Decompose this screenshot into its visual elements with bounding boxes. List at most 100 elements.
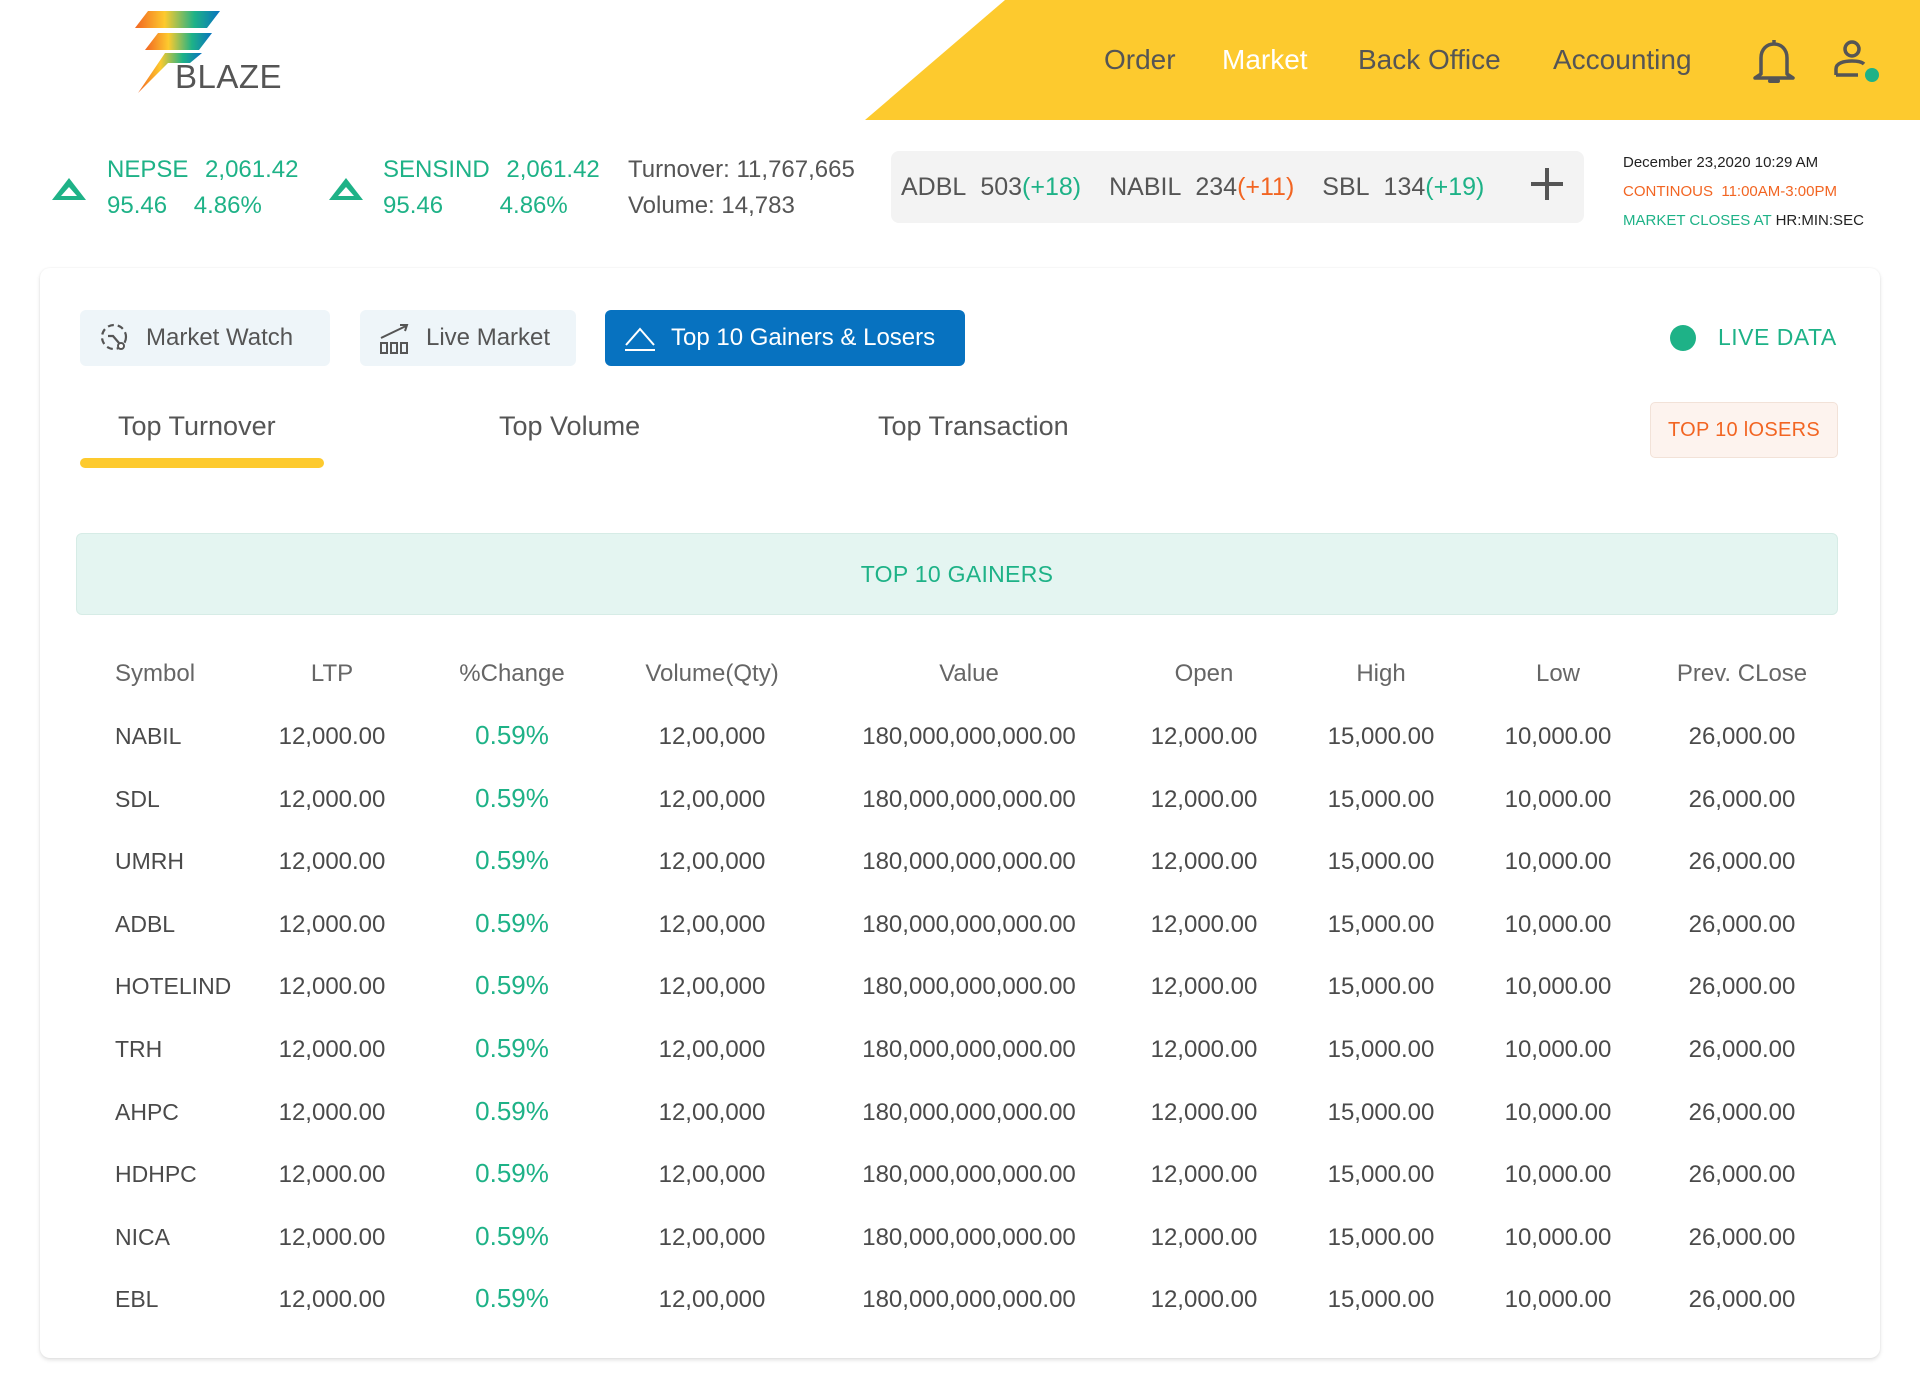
cell-symbol: HDHPC xyxy=(115,1161,197,1188)
index-value: 2,061.42 xyxy=(205,156,299,183)
cell-low: 10,000.00 xyxy=(1504,1286,1612,1314)
ticker-symbol: ADBL xyxy=(901,172,967,201)
cell-prev-close: 26,000.00 xyxy=(1688,848,1796,876)
turnover-label: Turnover: xyxy=(628,156,730,183)
current-datetime: December 23,2020 10:29 AM xyxy=(1623,154,1819,171)
volume-value: 14,783 xyxy=(721,192,795,219)
top-gainers-banner: TOP 10 GAINERS xyxy=(76,533,1838,615)
brand-name: BLAZE xyxy=(175,58,283,95)
column-header-value[interactable]: Value xyxy=(939,660,999,688)
nav-back-office[interactable]: Back Office xyxy=(1358,40,1501,80)
cell-ltp: 12,000.00 xyxy=(278,723,386,750)
market-watch-label: Market Watch xyxy=(146,324,294,351)
cell-volume: 12,00,000 xyxy=(658,848,766,876)
cell-high: 15,000.00 xyxy=(1327,1098,1435,1126)
top-gainers-losers-button[interactable]: Top 10 Gainers & Losers xyxy=(605,310,965,366)
live-market-label: Live Market xyxy=(426,324,551,351)
ticker-change: (+11) xyxy=(1237,172,1295,201)
cell-ltp: 12,000.00 xyxy=(278,1036,386,1063)
index-nepse[interactable]: NEPSE 2,061.42 95.46 4.86% xyxy=(107,152,298,224)
ticker-item[interactable]: SBL 134(+19) xyxy=(1322,173,1484,202)
cell-open: 12,000.00 xyxy=(1150,1161,1258,1189)
cell-low: 10,000.00 xyxy=(1504,848,1612,876)
index-percent: 4.86% xyxy=(499,192,568,219)
market-watch-button[interactable]: Market Watch xyxy=(80,310,330,366)
nav-order[interactable]: Order xyxy=(1104,40,1176,80)
market-clock: December 23,2020 10:29 AM CONTINOUS 11:0… xyxy=(1623,148,1864,235)
cell-value: 180,000,000,000.00 xyxy=(862,723,1076,750)
cell-prev-close: 26,000.00 xyxy=(1688,1098,1796,1126)
column-header-percent-change[interactable]: %Change xyxy=(459,660,564,688)
top-gainers-losers-label: Top 10 Gainers & Losers xyxy=(671,324,936,351)
cell-value: 180,000,000,000.00 xyxy=(862,848,1076,876)
cell-open: 12,000.00 xyxy=(1150,785,1258,813)
tab-top-turnover[interactable]: Top Turnover xyxy=(118,411,276,442)
index-value: 2,061.42 xyxy=(506,156,600,183)
index-percent: 4.86% xyxy=(193,192,262,219)
cell-volume: 12,00,000 xyxy=(658,723,766,750)
column-header-symbol[interactable]: Symbol xyxy=(115,660,195,688)
column-header-open[interactable]: Open xyxy=(1175,660,1234,688)
cell-percent-change: 0.59% xyxy=(475,907,549,938)
ticker-item[interactable]: NABIL 234(+11) xyxy=(1109,173,1294,202)
index-sensind[interactable]: SENSIND 2,061.42 95.46 4.86% xyxy=(383,152,600,224)
cell-percent-change: 0.59% xyxy=(475,845,549,876)
ticker-item[interactable]: ADBL 503(+18) xyxy=(901,173,1081,202)
market-watch-icon xyxy=(100,323,128,351)
nav-market[interactable]: Market xyxy=(1222,40,1308,80)
cell-percent-change: 0.59% xyxy=(475,1158,549,1189)
cell-high: 15,000.00 xyxy=(1327,1161,1435,1189)
cell-volume: 12,00,000 xyxy=(658,1223,766,1251)
cell-ltp: 12,000.00 xyxy=(278,848,386,876)
nav-accounting[interactable]: Accounting xyxy=(1553,40,1692,80)
cell-volume: 12,00,000 xyxy=(658,1286,766,1314)
cell-low: 10,000.00 xyxy=(1504,1161,1612,1189)
cell-prev-close: 26,000.00 xyxy=(1688,1223,1796,1251)
column-header-prev-close[interactable]: Prev. CLose xyxy=(1677,660,1807,688)
cell-symbol: NICA xyxy=(115,1223,170,1250)
cell-open: 12,000.00 xyxy=(1150,1098,1258,1126)
closes-value: HR:MIN:SEC xyxy=(1775,212,1864,229)
triangle-up-icon xyxy=(625,327,655,351)
cell-value: 180,000,000,000.00 xyxy=(862,1161,1076,1189)
cell-high: 15,000.00 xyxy=(1327,1286,1435,1314)
cell-volume: 12,00,000 xyxy=(658,910,766,938)
cell-high: 15,000.00 xyxy=(1327,785,1435,813)
live-market-button[interactable]: Live Market xyxy=(360,310,576,366)
cell-percent-change: 0.59% xyxy=(475,970,549,1001)
turnover-value: 11,767,665 xyxy=(736,156,855,183)
cell-low: 10,000.00 xyxy=(1504,973,1612,1001)
column-header-high[interactable]: High xyxy=(1356,660,1405,688)
cell-volume: 12,00,000 xyxy=(658,785,766,813)
bell-icon[interactable] xyxy=(1751,36,1797,86)
add-ticker-plus-icon[interactable] xyxy=(1528,165,1566,203)
cell-low: 10,000.00 xyxy=(1504,1098,1612,1126)
cell-low: 10,000.00 xyxy=(1504,1036,1612,1063)
ticker-symbol: SBL xyxy=(1322,172,1370,201)
cell-prev-close: 26,000.00 xyxy=(1688,1161,1796,1189)
tab-top-volume[interactable]: Top Volume xyxy=(499,411,640,442)
ticker-symbol: NABIL xyxy=(1109,172,1182,201)
cell-value: 180,000,000,000.00 xyxy=(862,973,1076,1001)
column-header-volume[interactable]: Volume(Qty) xyxy=(645,660,778,688)
cell-high: 15,000.00 xyxy=(1327,723,1435,750)
index-name: SENSIND xyxy=(383,156,490,183)
cell-prev-close: 26,000.00 xyxy=(1688,1036,1796,1063)
cell-percent-change: 0.59% xyxy=(475,720,549,750)
user-icon[interactable] xyxy=(1830,38,1880,88)
market-stats: Turnover: 11,767,665 Volume: 14,783 xyxy=(628,152,855,224)
cell-percent-change: 0.59% xyxy=(475,1095,549,1126)
top-losers-button[interactable]: TOP 10 lOSERS xyxy=(1650,402,1838,458)
tab-top-transaction[interactable]: Top Transaction xyxy=(878,411,1069,442)
cell-low: 10,000.00 xyxy=(1504,1223,1612,1251)
nepse-up-arrow-icon xyxy=(52,178,86,200)
column-header-low[interactable]: Low xyxy=(1536,660,1580,688)
index-change: 95.46 xyxy=(383,192,444,219)
column-header-ltp[interactable]: LTP xyxy=(311,660,353,688)
cell-symbol: NABIL xyxy=(115,723,182,749)
cell-low: 10,000.00 xyxy=(1504,910,1612,938)
cell-prev-close: 26,000.00 xyxy=(1688,910,1796,938)
cell-open: 12,000.00 xyxy=(1150,723,1258,750)
cell-prev-close: 26,000.00 xyxy=(1688,1286,1796,1314)
cell-open: 12,000.00 xyxy=(1150,848,1258,876)
